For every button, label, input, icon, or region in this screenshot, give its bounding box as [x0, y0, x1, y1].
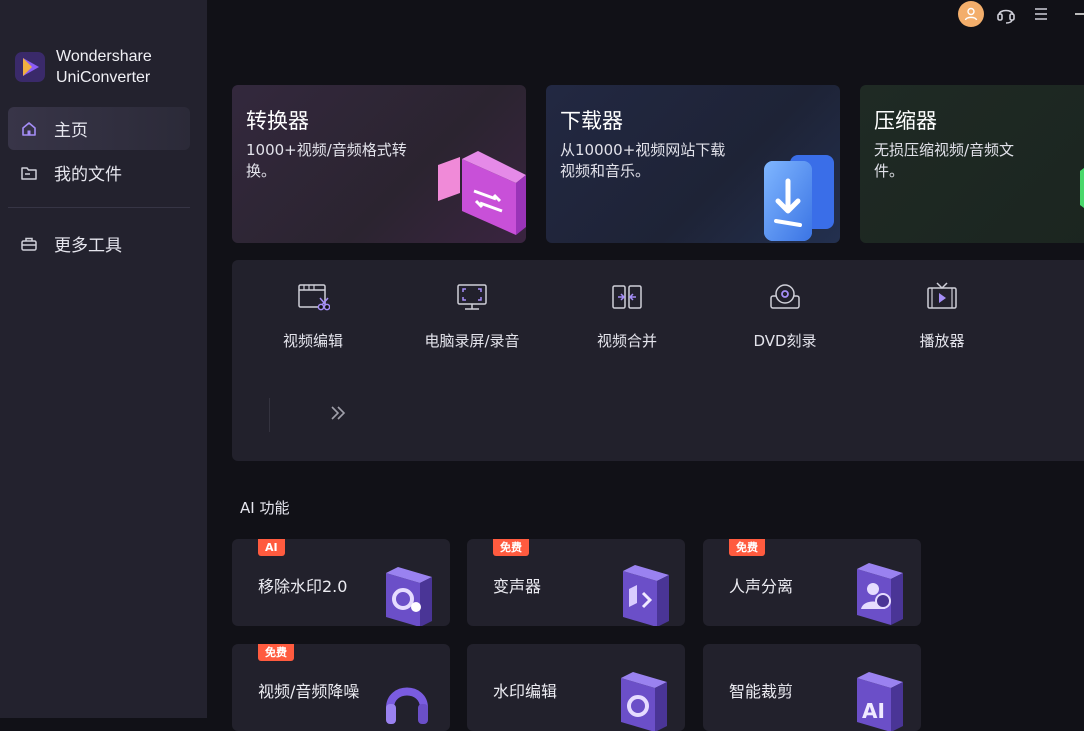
hero-card-desc: 1000+视频/音频格式转换。 [246, 141, 407, 180]
ai-card-label: 移除水印2.0 [258, 577, 348, 596]
ai-card-label: 视频/音频降噪 [258, 682, 360, 701]
vocal-separate-icon [857, 563, 903, 625]
app-name-line1: Wondershare [56, 48, 152, 65]
tool-video-merge[interactable]: 视频合并 [562, 280, 692, 360]
player-icon [927, 282, 957, 309]
video-edit-icon [298, 284, 330, 311]
sidebar: Wondershare UniConverter 主页 我的文件 更多工具 [0, 0, 207, 718]
converter-card[interactable]: 转换器 1000+视频/音频格式转换。 [232, 85, 526, 243]
user-avatar[interactable] [958, 1, 984, 27]
tool-player[interactable]: 播放器 [877, 280, 1007, 360]
chevron-double-right-icon[interactable] [328, 403, 348, 423]
hero-card-title: 压缩器 [874, 109, 937, 133]
watermark-remove-icon [386, 567, 432, 626]
noise-reduce-icon [386, 687, 428, 724]
ai-card-watermark-remove[interactable]: AI 移除水印2.0 [232, 539, 450, 626]
minimize-icon[interactable] [1075, 13, 1084, 15]
sidebar-item-more-tools[interactable]: 更多工具 [8, 222, 190, 265]
video-merge-icon [612, 285, 642, 309]
converter-icon [438, 151, 526, 235]
hamburger-menu-icon[interactable] [1033, 6, 1049, 22]
ai-card-label: 智能裁剪 [729, 682, 794, 701]
tool-video-edit[interactable]: 视频编辑 [248, 280, 378, 360]
app-logo-icon [15, 52, 45, 82]
sidebar-item-home[interactable]: 主页 [8, 107, 190, 150]
sidebar-item-label: 主页 [54, 121, 88, 141]
ai-card-label: 水印编辑 [493, 682, 558, 701]
tool-label: 视频编辑 [282, 332, 343, 350]
free-badge: 免费 [729, 539, 765, 556]
tool-label: DVD刻录 [753, 332, 817, 350]
brand: Wondershare UniConverter [14, 46, 152, 88]
hero-card-title: 转换器 [246, 109, 309, 133]
ai-card-label: 人声分离 [729, 577, 794, 596]
sidebar-divider [8, 207, 190, 208]
smart-crop-icon: AI [857, 672, 903, 731]
headset-icon[interactable] [995, 3, 1017, 25]
screen-record-icon [457, 284, 487, 310]
compressor-icon [1080, 168, 1084, 208]
ai-card-voice-changer[interactable]: 免费 变声器 [467, 539, 685, 626]
folder-icon [21, 166, 37, 180]
tool-dvd-burn[interactable]: DVD刻录 [720, 280, 850, 360]
voice-changer-icon [623, 565, 669, 626]
sidebar-item-my-files[interactable]: 我的文件 [8, 151, 190, 194]
svg-text:AI: AI [862, 699, 885, 723]
toolbox-icon [21, 237, 37, 251]
free-badge: 免费 [493, 539, 529, 556]
tools-divider [269, 398, 270, 432]
downloader-card[interactable]: 下载器 从10000+视频网站下载视频和音乐。 [546, 85, 840, 243]
compressor-card[interactable]: 压缩器 无损压缩视频/音频文件。 [860, 85, 1084, 243]
downloader-icon [764, 155, 834, 241]
dvd-burn-icon [770, 284, 800, 309]
ai-badge: AI [258, 539, 285, 556]
watermark-edit-icon [621, 672, 667, 731]
free-badge: 免费 [258, 644, 294, 661]
tool-label: 视频合并 [596, 332, 657, 350]
hero-card-title: 下载器 [560, 109, 623, 133]
hero-card-desc: 从10000+视频网站下载视频和音乐。 [560, 141, 726, 180]
ai-card-vocal-separate[interactable]: 免费 人声分离 [703, 539, 921, 626]
sidebar-item-label: 我的文件 [54, 165, 122, 185]
tool-label: 播放器 [919, 332, 965, 350]
app-name-line2: UniConverter [56, 69, 151, 86]
tool-screen-record[interactable]: 电脑录屏/录音 [407, 280, 537, 360]
sidebar-item-label: 更多工具 [54, 236, 122, 256]
hero-card-desc: 无损压缩视频/音频文件。 [874, 141, 1015, 180]
tool-label: 电脑录屏/录音 [424, 332, 520, 350]
ai-card-label: 变声器 [493, 577, 542, 596]
home-icon [22, 121, 36, 136]
tools-panel: 视频编辑 电脑录屏/录音 视频合并 DVD刻录 播放器 [232, 260, 1084, 461]
avatar-icon [964, 7, 978, 21]
ai-section-title: AI 功能 [240, 499, 290, 517]
